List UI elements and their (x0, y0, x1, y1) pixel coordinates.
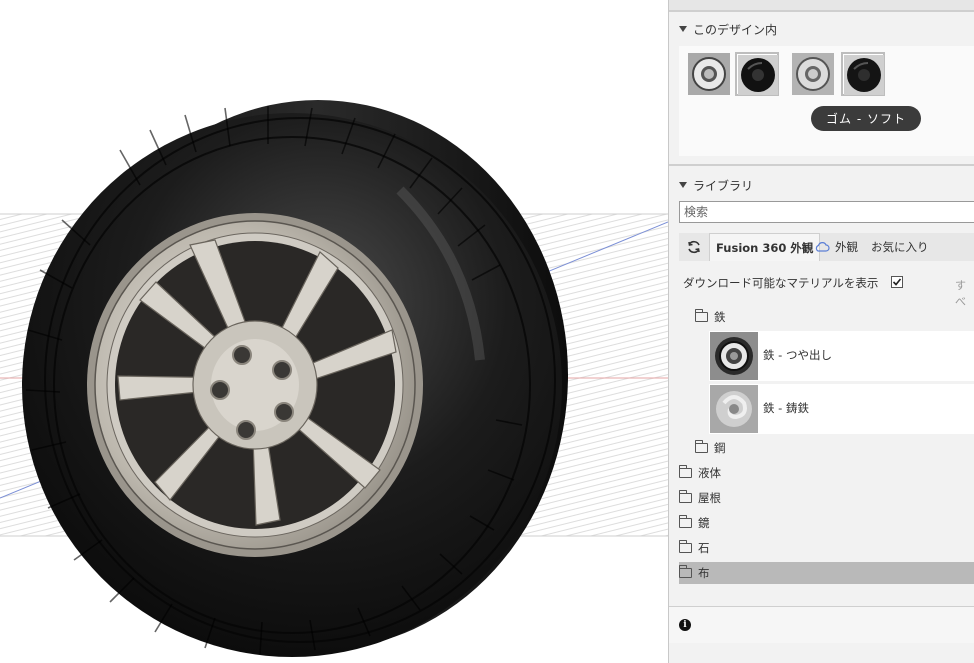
download-toggle-label: ダウンロード可能なマテリアルを表示 (683, 276, 879, 290)
folder-icon (679, 490, 692, 503)
material-label: 鉄 - つや出し (763, 348, 832, 362)
show-all-link[interactable]: すべ (955, 277, 974, 309)
library-search-input[interactable] (679, 201, 974, 223)
folder-liquid[interactable]: 液体 (679, 462, 974, 484)
folder-fabric[interactable]: 布 (679, 562, 974, 584)
folder-roofing[interactable]: 屋根 (679, 487, 974, 509)
appearance-panel: このデザイン内 ゴム - ソフト ライブラリ 検索 Fusion 360 外観 … (668, 0, 974, 663)
material-thumb-chrome-1[interactable] (687, 52, 731, 96)
library-tabs: Fusion 360 外観 外観 お気に入り (679, 233, 974, 261)
tab-favorites[interactable]: お気に入り (871, 233, 929, 261)
material-thumb-chrome-2[interactable] (791, 52, 835, 96)
folder-icon (695, 440, 708, 453)
tab-appearance[interactable]: 外観 (835, 233, 858, 261)
section-divider (669, 164, 974, 166)
material-tooltip: ゴム - ソフト (811, 106, 921, 131)
material-row-cast-iron[interactable]: 鉄 - 鋳鉄 (709, 384, 974, 434)
folder-icon (679, 540, 692, 553)
wheel-model-render[interactable] (0, 0, 668, 663)
design-section-title: このデザイン内 (693, 22, 778, 37)
info-icon[interactable]: i (679, 619, 691, 631)
collapse-triangle-icon[interactable] (679, 26, 687, 32)
folder-icon (679, 465, 692, 478)
folder-label: 屋根 (698, 491, 721, 505)
chrome-ring-icon (688, 53, 730, 95)
collapse-triangle-icon-2[interactable] (679, 182, 687, 188)
cloud-icon (813, 233, 831, 261)
material-thumb-rubber-1[interactable] (735, 52, 779, 96)
rubber-tire-icon-2 (844, 55, 884, 95)
folder-icon (695, 309, 708, 322)
iron-polished-thumb-icon (710, 332, 758, 380)
folder-stone[interactable]: 石 (679, 537, 974, 559)
rubber-tire-icon (738, 55, 778, 95)
checkmark-icon (892, 278, 902, 286)
folder-icon (679, 515, 692, 528)
cast-iron-thumb-icon (710, 385, 758, 433)
folder-label: 鉄 (714, 310, 726, 324)
folder-label: 鋼 (714, 441, 726, 455)
folder-mirror[interactable]: 鏡 (679, 512, 974, 534)
download-checkbox[interactable] (891, 276, 903, 288)
folder-label: 液体 (698, 466, 721, 480)
tab-fusion360-appearance[interactable]: Fusion 360 外観 (709, 233, 821, 261)
material-label: 鉄 - 鋳鉄 (763, 401, 809, 415)
design-section-header[interactable]: このデザイン内 (679, 20, 777, 38)
panel-top-bar (669, 0, 974, 12)
library-section-header[interactable]: ライブラリ (679, 176, 753, 194)
3d-viewport[interactable] (0, 0, 668, 663)
folder-steel[interactable]: 鋼 (695, 437, 726, 459)
folder-label: 鏡 (698, 516, 710, 530)
design-materials-box (679, 46, 974, 156)
folder-label: 石 (698, 541, 710, 555)
chrome-ring-icon-2 (792, 53, 834, 95)
folder-iron[interactable]: 鉄 (695, 306, 726, 328)
folder-icon (679, 565, 692, 578)
panel-footer: i (669, 606, 974, 643)
folder-label: 布 (698, 566, 710, 580)
wheel-rim (87, 213, 423, 557)
refresh-icon[interactable] (683, 233, 705, 261)
library-section-title: ライブラリ (693, 178, 754, 193)
material-thumb-rubber-soft[interactable] (841, 52, 885, 96)
material-row-iron-polished[interactable]: 鉄 - つや出し (709, 331, 974, 381)
